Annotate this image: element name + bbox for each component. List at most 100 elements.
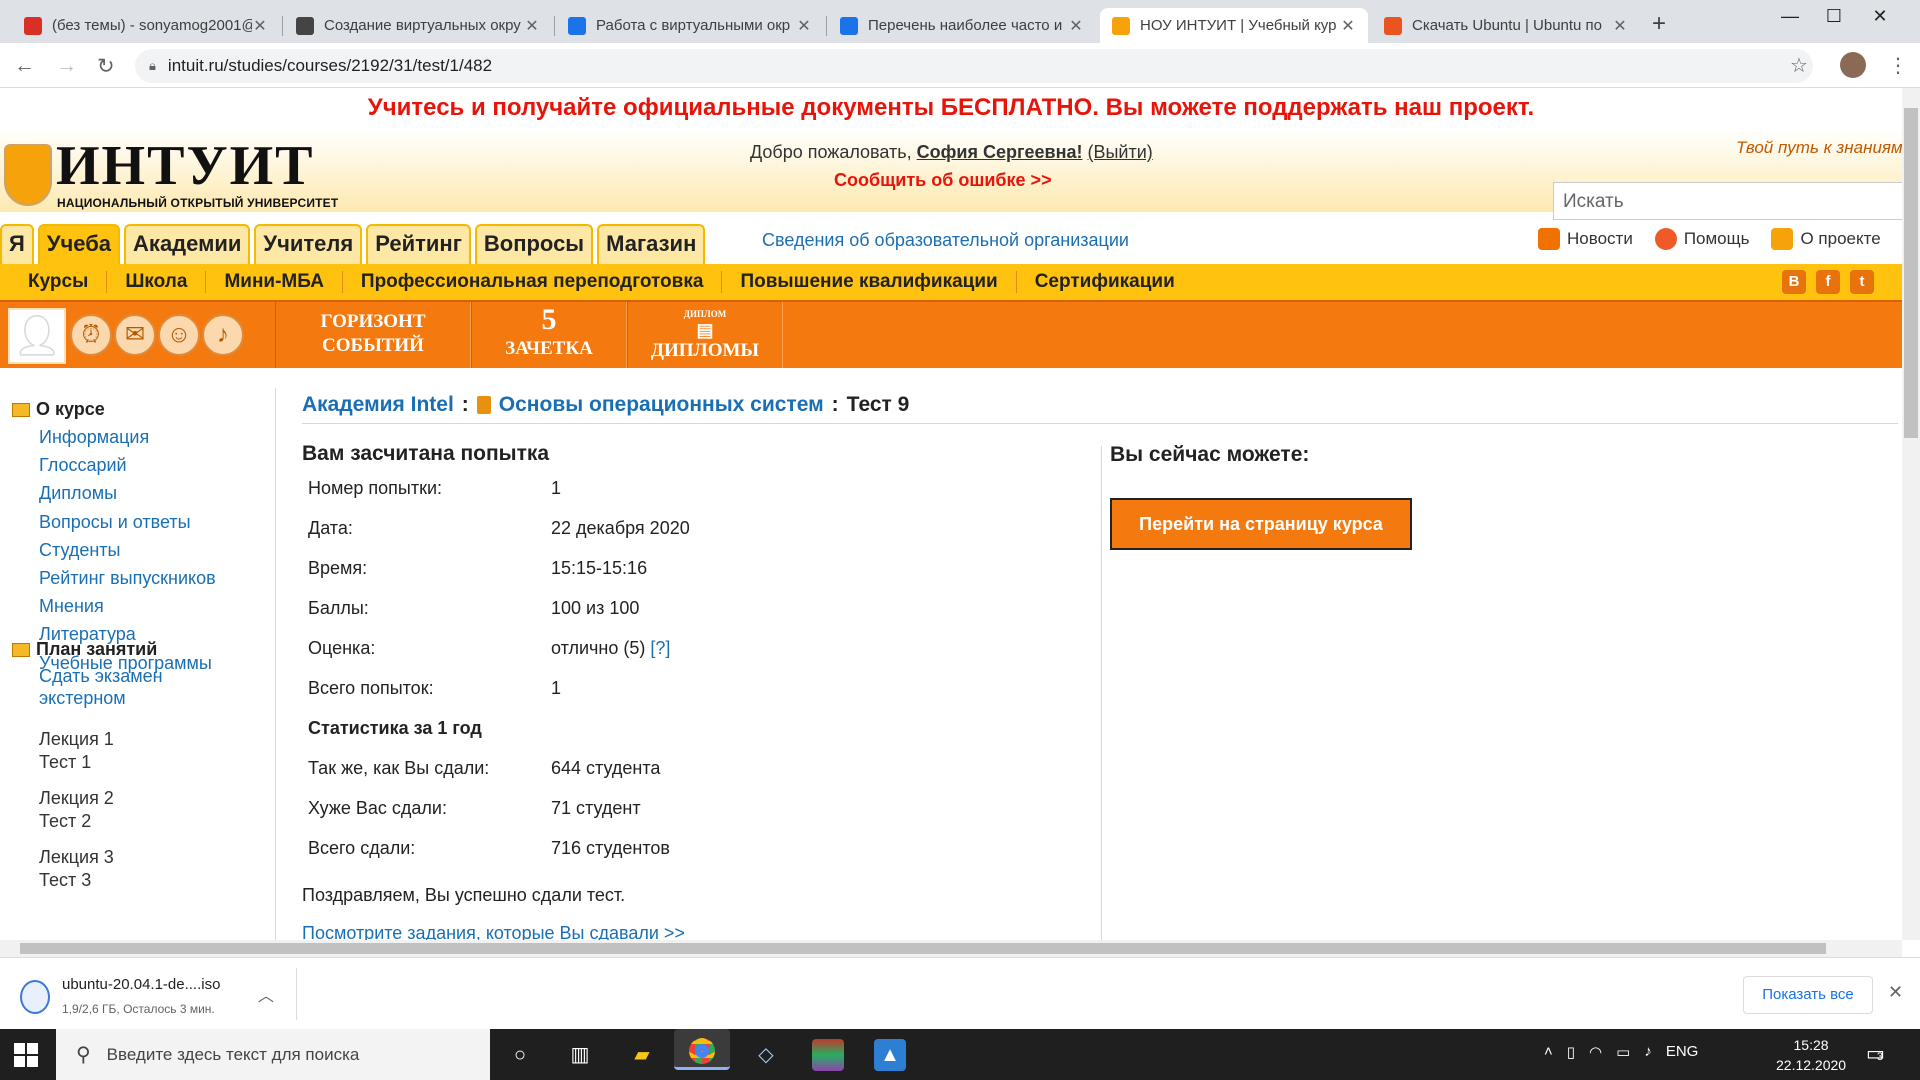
main-tab[interactable]: Рейтинг <box>366 224 471 264</box>
device-icon[interactable]: ▯ <box>1567 1043 1575 1061</box>
sidebar-link[interactable]: Мнения <box>39 595 104 617</box>
task-view-icon[interactable]: ▥ <box>564 1039 596 1071</box>
close-icon[interactable]: ✕ <box>1888 982 1903 1003</box>
sidebar-link[interactable]: Вопросы и ответы <box>39 511 191 533</box>
browser-tab[interactable]: Работа с виртуальными окр ✕ <box>556 8 824 43</box>
close-tab-icon[interactable]: ✕ <box>1340 16 1356 36</box>
sub-nav-item[interactable]: Повышение квалификации <box>722 271 1017 293</box>
lesson-plan-heading[interactable]: План занятий <box>12 639 157 660</box>
user-photo[interactable]: 👤︎ <box>8 308 66 364</box>
wifi-icon[interactable]: ◠ <box>1589 1043 1602 1061</box>
logout-link[interactable]: (Выйти) <box>1087 142 1152 162</box>
envelope-icon[interactable]: ✉ <box>114 314 156 356</box>
about-link[interactable]: О проекте <box>1771 228 1881 250</box>
taskbar-clock[interactable]: 15:28 22.12.2020 <box>1776 1035 1846 1075</box>
main-tab[interactable]: Учеба <box>37 224 121 264</box>
reload-icon[interactable]: ↻ <box>97 54 115 79</box>
main-tab[interactable]: Учителя <box>254 224 363 264</box>
show-all-downloads-button[interactable]: Показать все <box>1743 976 1873 1014</box>
main-tab[interactable]: Вопросы <box>474 224 594 264</box>
news-link[interactable]: Новости <box>1538 228 1633 250</box>
windows-start-icon[interactable] <box>14 1043 38 1067</box>
browser-tab[interactable]: Создание виртуальных окру ✕ <box>284 8 552 43</box>
intuit-logo-icon[interactable] <box>4 144 52 206</box>
promo-banner[interactable]: Учитесь и получайте официальные документ… <box>0 88 1902 128</box>
main-tab[interactable]: Я <box>0 224 34 264</box>
lecture-item[interactable]: Лекция 1 <box>39 728 114 751</box>
close-tab-icon[interactable]: ✕ <box>1068 16 1084 36</box>
close-window-button[interactable]: ✕ <box>1860 6 1900 27</box>
external-exam-link[interactable]: Сдать экзамен экстерном <box>39 665 163 709</box>
main-tab[interactable]: Магазин <box>597 224 706 264</box>
language-indicator[interactable]: ENG <box>1666 1043 1699 1061</box>
report-error-link[interactable]: Сообщить об ошибке >> <box>834 170 1052 191</box>
horizontal-scroll-thumb[interactable] <box>20 943 1826 954</box>
vk-icon[interactable]: В <box>1782 270 1806 294</box>
download-filename[interactable]: ubuntu-20.04.1-de....iso <box>62 976 220 993</box>
notification-center-icon[interactable]: ▭3 <box>1866 1041 1885 1066</box>
alarm-clock-icon[interactable]: ⏰︎ <box>70 314 112 356</box>
test-item[interactable]: Тест 3 <box>39 869 91 892</box>
forward-icon[interactable]: → <box>56 54 77 78</box>
star-icon[interactable]: ☆ <box>1790 53 1808 78</box>
facebook-icon[interactable]: f <box>1816 270 1840 294</box>
volume-icon[interactable]: ♪ <box>1644 1043 1652 1061</box>
sub-nav-item[interactable]: Профессиональная переподготовка <box>343 271 723 293</box>
browser-tab[interactable]: НОУ ИНТУИТ | Учебный кур ✕ <box>1100 8 1368 43</box>
view-tasks-link[interactable]: Посмотрите задания, которые Вы сдавали >… <box>302 923 685 940</box>
test-item[interactable]: Тест 1 <box>39 751 91 774</box>
sidebar-link[interactable]: Информация <box>39 426 149 448</box>
user-name-link[interactable]: София Сергеевна! <box>917 142 1083 162</box>
photos-icon[interactable]: ▲ <box>874 1039 906 1071</box>
logo-text[interactable]: ИНТУИТ <box>56 138 314 194</box>
diplomas-button[interactable]: ДИПЛОМ ▤ ДИПЛОМЫ <box>627 302 783 368</box>
sub-nav-item[interactable]: Курсы <box>10 271 108 293</box>
main-tab[interactable]: Академии <box>124 224 251 264</box>
test-item[interactable]: Тест 2 <box>39 810 91 833</box>
profile-avatar[interactable] <box>1840 52 1866 78</box>
chevron-up-icon[interactable]: ︿ <box>258 982 274 1006</box>
people-icon[interactable]: ☺ <box>158 314 200 356</box>
cortana-icon[interactable]: ○ <box>504 1039 536 1071</box>
close-tab-icon[interactable]: ✕ <box>796 16 812 36</box>
browser-tab[interactable]: (без темы) - sonyamog2001@ ✕ <box>12 8 280 43</box>
lecture-item[interactable]: Лекция 3 <box>39 846 114 869</box>
address-bar[interactable]: 🔒︎ intuit.ru/studies/courses/2192/31/tes… <box>135 49 1813 83</box>
sub-nav-item[interactable]: Сертификации <box>1017 271 1193 293</box>
events-horizon-button[interactable]: ГОРИЗОНТ СОБЫТИЙ <box>275 302 471 368</box>
chrome-icon[interactable] <box>674 1029 730 1070</box>
org-info-link[interactable]: Сведения об образовательной организации <box>762 230 1129 251</box>
minimize-button[interactable]: — <box>1770 6 1810 27</box>
about-course-heading[interactable]: О курсе <box>12 399 105 420</box>
menu-icon[interactable]: ⋮ <box>1888 53 1908 78</box>
breadcrumb-course[interactable]: Основы операционных систем <box>499 393 824 417</box>
taskbar-search-input[interactable]: ⚲ Введите здесь текст для поиска <box>56 1029 490 1080</box>
back-icon[interactable]: ← <box>14 54 35 78</box>
sidebar-link[interactable]: Студенты <box>39 539 120 561</box>
twitter-icon[interactable]: t <box>1850 270 1874 294</box>
sidebar-link[interactable]: Рейтинг выпускников <box>39 567 216 589</box>
browser-tab[interactable]: Скачать Ubuntu | Ubuntu по ✕ <box>1372 8 1640 43</box>
chevron-up-icon[interactable]: ˄ <box>1544 1043 1553 1061</box>
vertical-scroll-thumb[interactable] <box>1904 108 1918 438</box>
file-explorer-icon[interactable]: ▰ <box>626 1039 658 1071</box>
close-tab-icon[interactable]: ✕ <box>524 16 540 36</box>
browser-tab[interactable]: Перечень наиболее часто и ✕ <box>828 8 1096 43</box>
lecture-item[interactable]: Лекция 2 <box>39 787 114 810</box>
breadcrumb-academy[interactable]: Академия Intel <box>302 393 454 417</box>
virtualbox-icon[interactable]: ◇ <box>750 1039 782 1071</box>
battery-icon[interactable]: ▭ <box>1616 1043 1630 1061</box>
sub-nav-item[interactable]: Школа <box>107 271 207 293</box>
close-tab-icon[interactable]: ✕ <box>1612 16 1628 36</box>
help-link[interactable]: Помощь <box>1654 228 1749 250</box>
site-search-input[interactable]: Искать <box>1553 182 1902 220</box>
record-book-button[interactable]: 5 ЗАЧЕТКА <box>471 302 627 368</box>
sub-nav-item[interactable]: Мини-МБА <box>206 271 343 293</box>
winrar-icon[interactable] <box>812 1039 844 1071</box>
go-to-course-button[interactable]: Перейти на страницу курса <box>1110 498 1412 550</box>
sidebar-link[interactable]: Глоссарий <box>39 454 127 476</box>
grade-help-link[interactable]: [?] <box>650 638 670 658</box>
bell-icon[interactable]: ♪ <box>202 314 244 356</box>
sidebar-link[interactable]: Дипломы <box>39 482 117 504</box>
maximize-button[interactable]: ☐ <box>1814 6 1854 27</box>
